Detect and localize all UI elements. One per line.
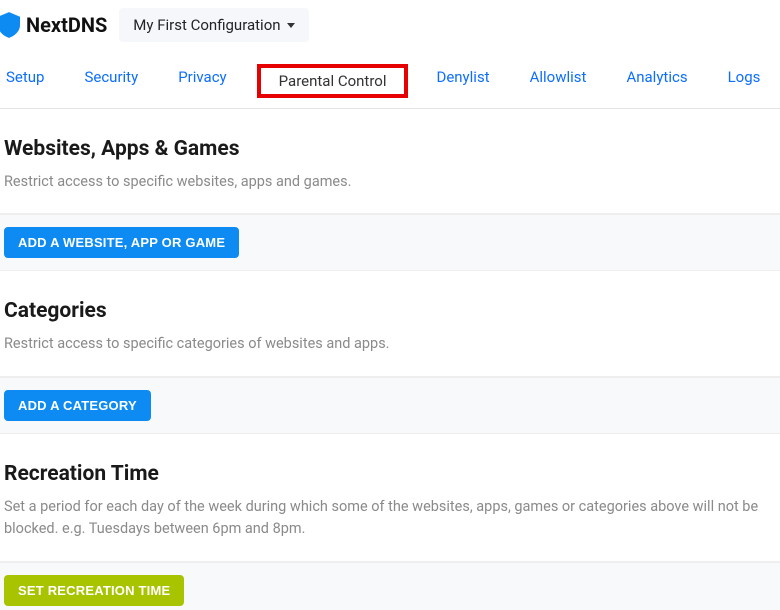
section-description: Restrict access to specific websites, ap… <box>4 171 776 193</box>
set-recreation-time-button[interactable]: SET RECREATION TIME <box>4 575 184 606</box>
section-title: Recreation Time <box>4 462 776 486</box>
chevron-down-icon <box>287 23 295 28</box>
nav-parental-control[interactable]: Parental Control <box>257 64 409 98</box>
nav-logs[interactable]: Logs <box>722 64 767 98</box>
section-categories: Categories Restrict access to specific c… <box>0 271 780 376</box>
add-website-button[interactable]: ADD A WEBSITE, APP OR GAME <box>4 227 239 258</box>
shield-icon <box>0 12 20 38</box>
nav-allowlist[interactable]: Allowlist <box>524 64 593 98</box>
section-title: Categories <box>4 299 776 323</box>
configuration-dropdown[interactable]: My First Configuration <box>119 8 308 42</box>
app-header: NextDNS My First Configuration <box>0 0 780 50</box>
section-websites: Websites, Apps & Games Restrict access t… <box>0 109 780 214</box>
section-description: Restrict access to specific categories o… <box>4 333 776 355</box>
button-row-categories: ADD A CATEGORY <box>0 377 780 434</box>
nav-security[interactable]: Security <box>78 64 144 98</box>
brand-logo[interactable]: NextDNS <box>0 12 107 38</box>
configuration-label: My First Configuration <box>133 16 280 34</box>
nav-denylist[interactable]: Denylist <box>430 64 495 98</box>
add-category-button[interactable]: ADD A CATEGORY <box>4 390 151 421</box>
nav-analytics[interactable]: Analytics <box>620 64 693 98</box>
section-recreation: Recreation Time Set a period for each da… <box>0 434 780 562</box>
nav-setup[interactable]: Setup <box>0 64 50 98</box>
brand-name: NextDNS <box>26 13 107 37</box>
main-nav: Setup Security Privacy Parental Control … <box>0 50 780 109</box>
nav-privacy[interactable]: Privacy <box>172 64 232 98</box>
button-row-websites: ADD A WEBSITE, APP OR GAME <box>0 214 780 271</box>
section-title: Websites, Apps & Games <box>4 137 776 161</box>
section-description: Set a period for each day of the week du… <box>4 496 776 541</box>
